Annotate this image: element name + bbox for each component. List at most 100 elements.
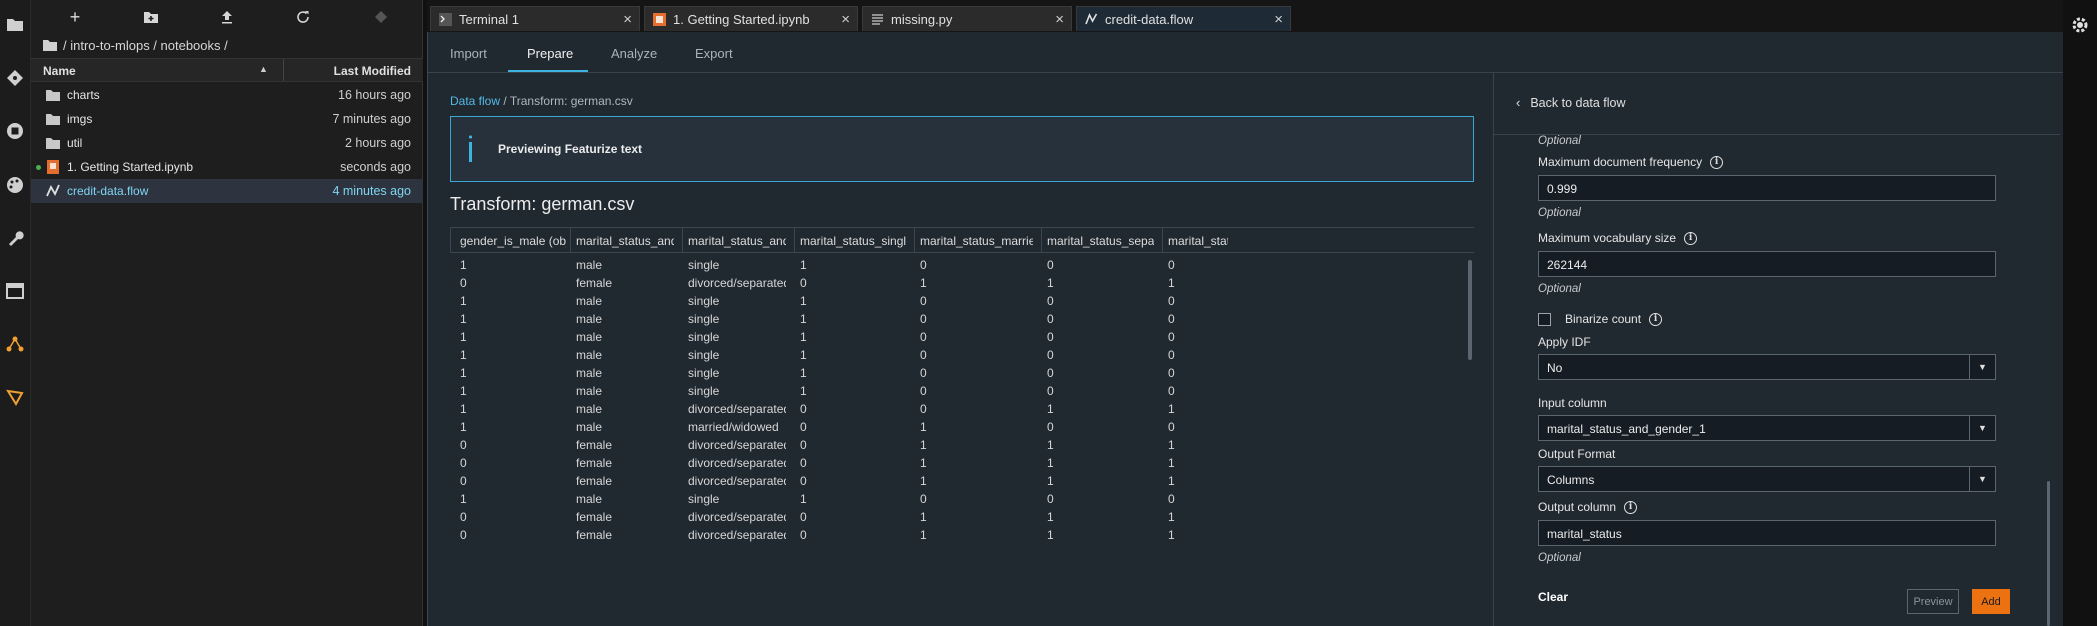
table-cell: 0 (1047, 420, 1054, 434)
git-clone-button[interactable] (371, 7, 391, 27)
close-icon[interactable]: × (1274, 11, 1283, 28)
data-flow-link[interactable]: Data flow (450, 94, 500, 108)
file-item-charts[interactable]: charts 16 hours ago (31, 83, 423, 107)
name-column-header[interactable]: Name (43, 64, 76, 78)
binarize-count-row[interactable]: Binarize count i (1538, 312, 1663, 326)
select-value: Columns (1547, 473, 1595, 487)
preview-button[interactable]: Preview (1907, 589, 1959, 614)
palette-icon[interactable] (5, 175, 25, 195)
column-header[interactable]: marital_status_separat... (1047, 234, 1154, 248)
table-cell: female (576, 456, 613, 470)
gear-icon[interactable] (2071, 16, 2089, 34)
breadcrumb-path[interactable]: / intro-to-mlops / notebooks / (63, 38, 228, 53)
chevron-down-icon[interactable]: ▼ (1969, 467, 1995, 491)
folder-icon[interactable] (5, 14, 25, 34)
input-column-select[interactable]: marital_status_and_gender_1 ▼ (1538, 415, 1996, 441)
column-header[interactable]: marital_stat (1168, 234, 1228, 248)
pipelines-icon[interactable] (5, 334, 25, 354)
table-cell: 1 (920, 456, 927, 470)
label-text: Apply IDF (1538, 335, 1591, 349)
chevron-down-icon[interactable]: ▼ (1969, 416, 1995, 440)
apply-idf-select[interactable]: No ▼ (1538, 354, 1996, 380)
file-item-credit-data-flow[interactable]: credit-data.flow 4 minutes ago (31, 179, 423, 203)
close-icon[interactable]: × (841, 11, 850, 28)
tab-export[interactable]: Export (695, 46, 733, 61)
table-cell: 0 (800, 402, 807, 416)
table-cell: 0 (800, 528, 807, 542)
column-divider[interactable] (1162, 228, 1163, 253)
running-indicator (36, 165, 41, 170)
column-header[interactable]: marital_status_and_... (576, 234, 674, 248)
table-cell: 0 (920, 366, 927, 380)
tab-missing-py[interactable]: missing.py × (862, 6, 1072, 31)
table-cell: divorced/separated/ma... (688, 510, 786, 524)
column-divider[interactable] (794, 228, 795, 253)
clear-button[interactable]: Clear (1538, 590, 1568, 604)
tabs-icon[interactable] (5, 281, 25, 301)
notebook-icon (47, 160, 59, 174)
file-item-imgs[interactable]: imgs 7 minutes ago (31, 107, 423, 131)
column-header[interactable]: gender_is_male (obje... (460, 234, 566, 248)
file-item-util[interactable]: util 2 hours ago (31, 131, 423, 155)
column-header[interactable]: marital_status_and_... (688, 234, 786, 248)
table-cell: 1 (1168, 402, 1175, 416)
table-cell: 1 (460, 420, 467, 434)
table-cell: single (688, 258, 720, 272)
folder-icon[interactable] (43, 39, 57, 51)
apply-idf-label: Apply IDF (1538, 335, 1591, 349)
new-folder-button[interactable] (141, 7, 161, 27)
tab-terminal-1[interactable]: Terminal 1 × (430, 6, 640, 31)
running-kernels-icon[interactable] (5, 121, 25, 141)
column-divider[interactable] (283, 59, 284, 81)
column-divider[interactable] (914, 228, 915, 253)
output-column-input[interactable]: marital_status (1538, 520, 1996, 546)
table-cell: 0 (920, 294, 927, 308)
column-header[interactable]: marital_status_single (... (800, 234, 906, 248)
info-icon[interactable]: i (1684, 231, 1698, 245)
tab-getting-started[interactable]: 1. Getting Started.ipynb × (644, 6, 858, 31)
label-text: Output column (1538, 500, 1617, 514)
new-launcher-button[interactable]: + (65, 7, 85, 27)
max-doc-freq-input[interactable]: 0.999 (1538, 175, 1996, 201)
info-icon[interactable]: i (1710, 155, 1724, 169)
column-divider[interactable] (682, 228, 683, 253)
column-divider[interactable] (450, 228, 451, 253)
data-preview-table[interactable]: gender_is_male (obje... marital_status_an… (450, 227, 1474, 626)
table-cell: 1 (800, 312, 807, 326)
column-divider[interactable] (570, 228, 571, 253)
close-icon[interactable]: × (623, 11, 632, 28)
info-icon[interactable]: i (1649, 312, 1663, 326)
info-icon (469, 135, 472, 162)
table-scrollbar[interactable] (1468, 260, 1472, 360)
file-item-getting-started[interactable]: 1. Getting Started.ipynb seconds ago (31, 155, 423, 179)
chevron-down-icon[interactable]: ▼ (1969, 355, 1995, 379)
back-to-data-flow-link[interactable]: ‹ Back to data flow (1516, 95, 1626, 110)
tab-prepare[interactable]: Prepare (527, 46, 573, 61)
upload-button[interactable] (217, 7, 237, 27)
binarize-count-checkbox[interactable] (1538, 312, 1551, 326)
refresh-button[interactable] (293, 7, 313, 27)
tab-analyze[interactable]: Analyze (611, 46, 657, 61)
table-cell: 1 (920, 276, 927, 290)
close-icon[interactable]: × (1055, 11, 1064, 28)
table-cell: 1 (1168, 510, 1175, 524)
tab-import[interactable]: Import (450, 46, 487, 61)
table-cell: 1 (800, 348, 807, 362)
column-header[interactable]: marital_status_married (... (920, 234, 1033, 248)
output-format-select[interactable]: Columns ▼ (1538, 466, 1996, 492)
experiments-icon[interactable] (5, 387, 25, 407)
column-divider[interactable] (1041, 228, 1042, 253)
max-vocab-input[interactable]: 262144 (1538, 251, 1996, 277)
sort-up-icon[interactable]: ▲ (259, 64, 268, 74)
git-icon[interactable] (5, 68, 25, 88)
wrench-icon[interactable] (5, 228, 25, 248)
file-text-icon (872, 13, 883, 25)
table-cell: 0 (920, 348, 927, 362)
panel-scrollbar[interactable] (2047, 481, 2050, 626)
tab-credit-data-flow[interactable]: credit-data.flow × (1076, 6, 1291, 31)
add-button[interactable]: Add (1972, 589, 2010, 614)
info-icon[interactable]: i (1624, 500, 1638, 514)
table-cell: 0 (460, 474, 467, 488)
last-modified-column-header[interactable]: Last Modified (334, 64, 411, 78)
tab-label: Terminal 1 (459, 11, 519, 27)
